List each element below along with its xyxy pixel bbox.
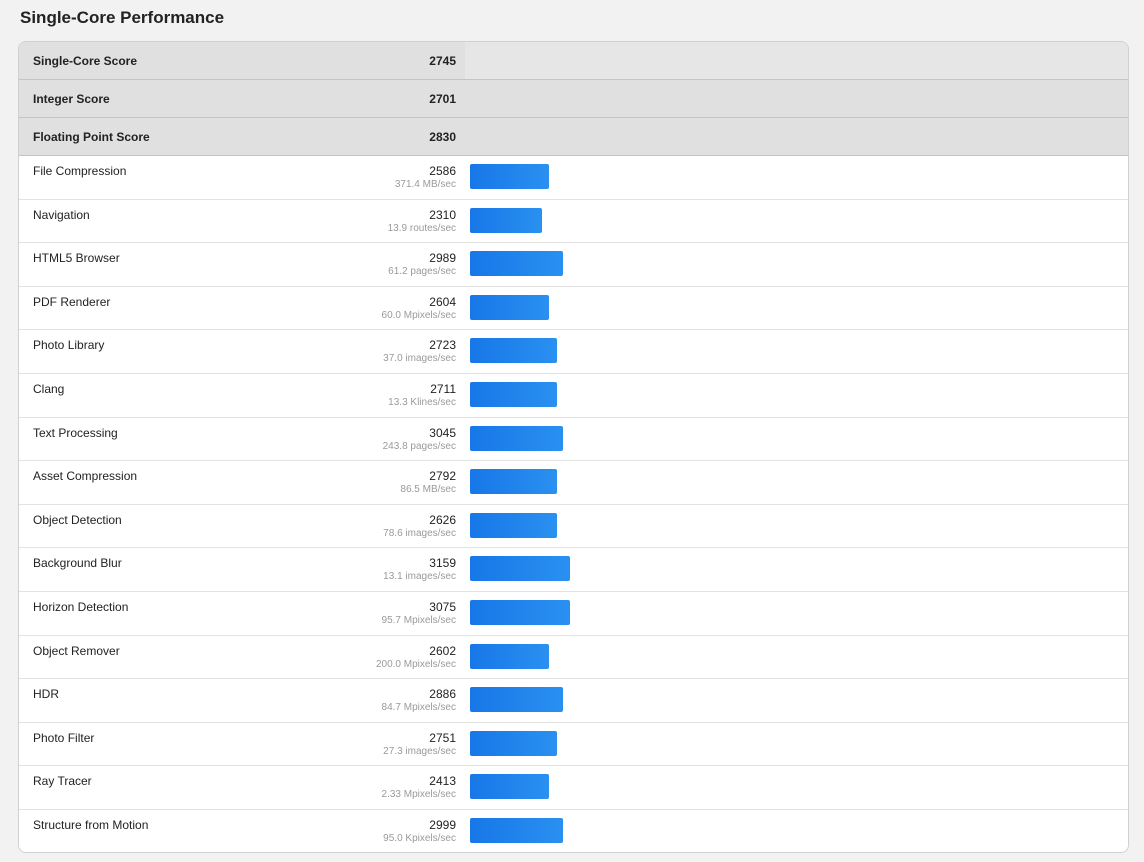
benchmark-rate: 78.6 images/sec [383,527,456,539]
summary-score: 2830 [429,130,456,144]
benchmark-row: PDF Renderer 2604 60.0 Mpixels/sec [19,286,1128,331]
benchmark-name: Horizon Detection [33,599,129,614]
benchmark-score: 2626 [429,512,456,527]
benchmark-score-bar [470,425,563,451]
page-title: Single-Core Performance [20,8,225,27]
summary-row-filler [465,42,1128,79]
benchmark-rate: 95.7 Mpixels/sec [381,614,456,626]
benchmark-name: Object Remover [33,643,120,658]
benchmark-row: Object Detection 2626 78.6 images/sec [19,504,1128,549]
benchmark-row: File Compression 2586 371.4 MB/sec [19,156,1128,200]
benchmark-row: Photo Filter 2751 27.3 images/sec [19,722,1128,767]
benchmark-row: Navigation 2310 13.9 routes/sec [19,199,1128,244]
benchmark-score: 2751 [429,730,456,745]
benchmark-score-bar [470,207,542,233]
benchmark-rate: 13.3 Klines/sec [388,396,456,408]
benchmark-score-bar [470,687,563,713]
benchmark-score-bar [470,512,557,538]
benchmark-name: HTML5 Browser [33,251,120,266]
benchmark-name: Ray Tracer [33,774,92,789]
benchmark-row: Text Processing 3045 243.8 pages/sec [19,417,1128,462]
benchmark-score-bar [470,381,557,407]
benchmark-rate: 86.5 MB/sec [400,484,456,496]
benchmark-score-bar [470,643,549,669]
benchmark-row: Ray Tracer 2413 2.33 Mpixels/sec [19,766,1128,810]
results-table: Single-Core Score 2745 Integer Score 270… [18,41,1129,853]
benchmark-row: HDR 2886 84.7 Mpixels/sec [19,679,1128,723]
summary-score: 2701 [429,92,456,106]
benchmark-score-bar [470,774,549,800]
benchmark-rate: 84.7 Mpixels/sec [381,702,456,714]
benchmark-row: Horizon Detection 3075 95.7 Mpixels/sec [19,591,1128,636]
benchmark-score-bar [470,294,549,320]
benchmark-score: 2310 [429,207,456,222]
benchmark-rate: 2.33 Mpixels/sec [381,789,456,801]
summary-row-integer: Integer Score 2701 [19,80,1128,118]
benchmark-rate: 200.0 Mpixels/sec [375,658,456,670]
summary-score: 2745 [429,54,456,68]
benchmark-name: Asset Compression [33,469,138,484]
benchmark-score-bar [470,556,570,582]
benchmark-row: Clang 2711 13.3 Klines/sec [19,373,1128,418]
benchmark-score: 2604 [429,294,456,309]
benchmark-score: 3075 [429,599,456,614]
benchmark-rate: 60.0 Mpixels/sec [381,309,456,321]
benchmark-score: 2999 [429,817,456,832]
benchmark-score: 2723 [429,338,456,353]
benchmark-score-bar [470,251,563,277]
benchmark-name: Photo Library [33,338,105,353]
benchmark-score: 2792 [429,469,456,484]
benchmark-rate: 13.1 images/sec [383,571,456,583]
benchmark-row: Object Remover 2602 200.0 Mpixels/sec [19,635,1128,680]
benchmark-rate: 61.2 pages/sec [388,266,456,278]
summary-label: Single-Core Score [33,54,138,68]
benchmark-rate: 13.9 routes/sec [387,222,456,234]
benchmark-name: Clang [33,381,65,396]
benchmark-name: Structure from Motion [33,817,149,832]
benchmark-score-bar [470,730,557,756]
benchmark-rate: 95.0 Kpixels/sec [383,832,456,844]
summary-row-floating-point: Floating Point Score 2830 [19,118,1128,156]
benchmark-score: 2989 [429,251,456,266]
benchmark-row: HTML5 Browser 2989 61.2 pages/sec [19,243,1128,287]
benchmark-score: 2886 [429,687,456,702]
benchmark-score-bar [470,164,549,189]
benchmark-score-bar [470,599,570,625]
benchmark-row: Asset Compression 2792 86.5 MB/sec [19,461,1128,505]
benchmark-score: 3159 [429,556,456,571]
summary-row-single-core: Single-Core Score 2745 [19,42,1128,80]
benchmark-row: Structure from Motion 2999 95.0 Kpixels/se… [19,809,1128,852]
benchmark-name: File Compression [33,164,127,178]
benchmark-score-bar [470,469,557,495]
benchmark-score: 3045 [429,425,456,440]
benchmark-rate: 371.4 MB/sec [394,179,456,190]
benchmark-name: Navigation [33,207,90,222]
benchmark-name: Object Detection [33,512,122,527]
benchmark-row: Background Blur 3159 13.1 images/sec [19,548,1128,592]
benchmark-rate: 37.0 images/sec [383,353,456,365]
benchmark-score: 2711 [430,381,456,396]
benchmark-score: 2413 [429,774,456,789]
benchmark-name: Background Blur [33,556,122,571]
benchmark-name: Text Processing [33,425,118,440]
benchmark-name: HDR [33,687,59,702]
benchmark-score-bar [470,338,557,364]
summary-label: Integer Score [33,92,110,106]
summary-label: Floating Point Score [33,130,150,144]
benchmark-score-bar [470,817,563,843]
benchmark-name: PDF Renderer [33,294,111,309]
benchmark-rate: 243.8 pages/sec [382,440,456,452]
benchmark-row: Photo Library 2723 37.0 images/sec [19,330,1128,374]
benchmark-list: File Compression 2586 371.4 MB/sec Navigati… [19,156,1128,852]
benchmark-score: 2586 [429,164,456,178]
benchmark-score: 2602 [429,643,456,658]
benchmark-rate: 27.3 images/sec [383,745,456,757]
benchmark-name: Photo Filter [33,730,95,745]
